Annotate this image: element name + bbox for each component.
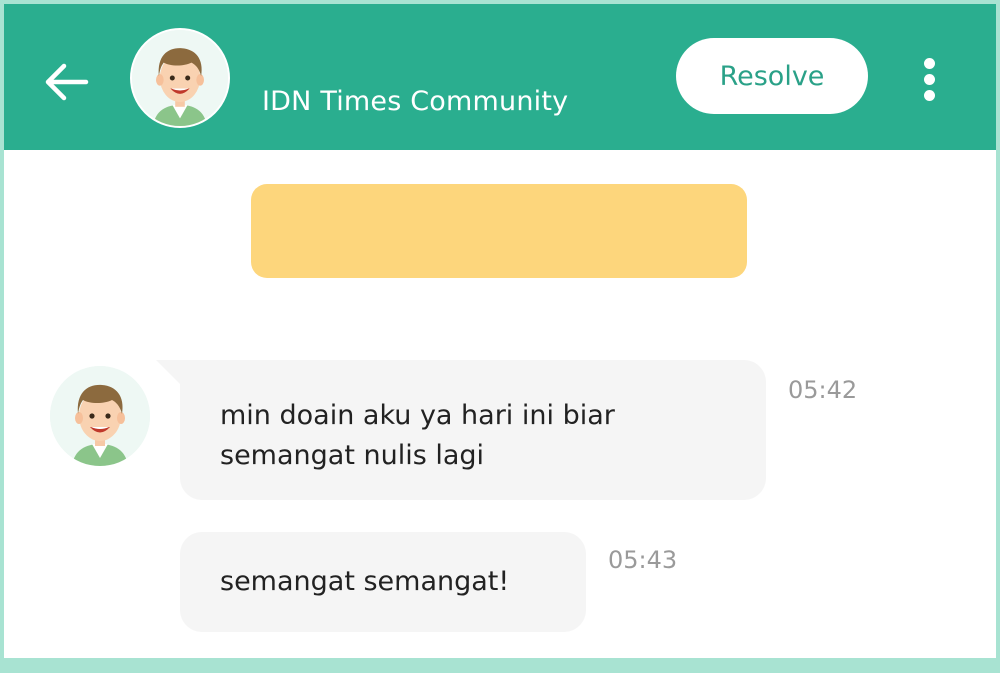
arrow-left-icon[interactable] [40, 56, 92, 108]
avatar[interactable] [130, 28, 230, 128]
more-vertical-icon[interactable] [912, 54, 946, 104]
message-time: 05:42 [788, 376, 858, 404]
message-bubble[interactable]: semangat semangat! [180, 532, 586, 632]
user-avatar-icon [50, 366, 150, 466]
notice-banner [251, 184, 747, 278]
chat-header: IDN Times Community Resolve [4, 4, 996, 150]
message-text: semangat semangat! [220, 566, 510, 597]
message-text: min doain aku ya hari ini biar semangat … [220, 400, 615, 471]
message-bubble[interactable]: min doain aku ya hari ini biar semangat … [156, 360, 766, 500]
chat-title: IDN Times Community [262, 86, 569, 117]
sender-avatar[interactable] [50, 366, 150, 466]
message-time: 05:43 [608, 546, 678, 574]
user-avatar-icon [132, 30, 228, 126]
resolve-button[interactable]: Resolve [676, 38, 868, 114]
chat-screen: IDN Times Community Resolve min doain ak… [4, 4, 996, 658]
